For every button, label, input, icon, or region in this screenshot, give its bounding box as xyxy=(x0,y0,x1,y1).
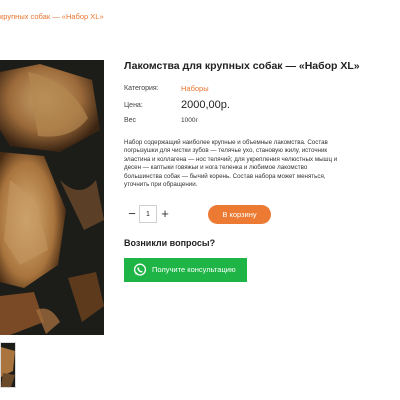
breadcrumb[interactable]: крупных собак — «Набор XL» xyxy=(0,12,104,21)
quantity-decrease-button[interactable]: − xyxy=(126,205,138,223)
consultation-button[interactable]: Получите консультацию xyxy=(124,258,247,282)
consultation-button-label: Получите консультацию xyxy=(152,265,236,274)
add-to-cart-button[interactable]: В корзину xyxy=(208,205,271,224)
product-description: Набор содержащий наиболее крупные и объе… xyxy=(124,139,338,189)
questions-heading: Возникли вопросы? xyxy=(124,238,216,248)
price-label: Цена: xyxy=(124,102,143,109)
product-title: Лакомства для крупных собак — «Набор XL» xyxy=(124,60,360,72)
quantity-increase-button[interactable]: + xyxy=(159,205,171,223)
price-value: 2000,00р. xyxy=(181,99,230,111)
weight-label: Вес xyxy=(124,117,137,124)
weight-value: 1000г xyxy=(181,117,198,124)
whatsapp-icon xyxy=(133,263,147,276)
category-label: Категория: xyxy=(124,85,159,92)
product-thumbnail[interactable] xyxy=(0,342,16,388)
product-photo[interactable] xyxy=(0,60,104,335)
quantity-input[interactable] xyxy=(139,205,157,223)
category-link[interactable]: Наборы xyxy=(181,84,209,93)
